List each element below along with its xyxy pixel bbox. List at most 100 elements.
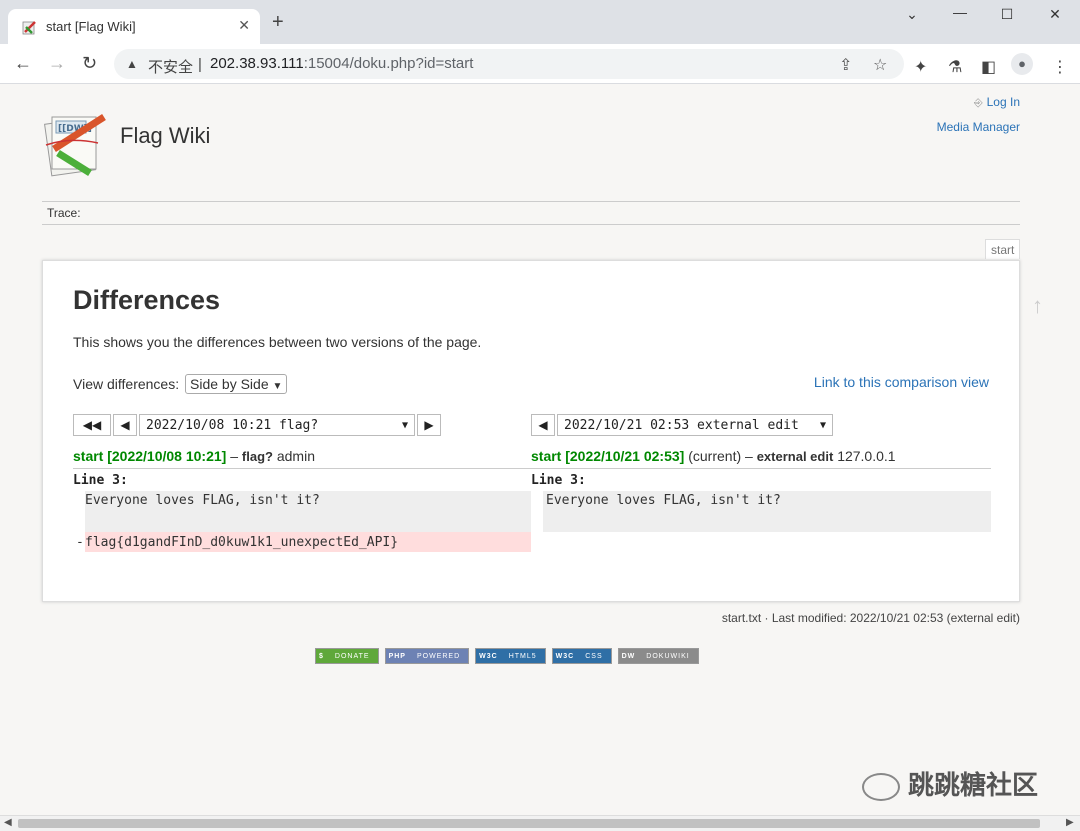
footer-badge[interactable]: W3C HTML5: [475, 648, 546, 664]
login-link[interactable]: Log In: [987, 95, 1020, 109]
intro-text: This shows you the differences between t…: [73, 334, 482, 350]
insecure-label: 不安全: [148, 59, 194, 76]
left-revision-link[interactable]: start [2022/10/08 10:21]: [73, 448, 226, 464]
tab-search-icon[interactable]: ⌄: [902, 6, 922, 23]
left-revision-nav: ◀◀ ◀ 2022/10/08 10:21 flag? ▼ ▶: [73, 414, 443, 436]
url-separator: |: [198, 56, 202, 73]
left-context-line: Everyone loves FLAG, isn't it?: [85, 491, 531, 532]
doc-info: start.txt · Last modified: 2022/10/21 02…: [721, 611, 1020, 625]
close-window-icon[interactable]: ✕: [1045, 6, 1065, 23]
badge-right: HTML5: [500, 649, 545, 663]
deletion-marker: -: [76, 535, 84, 550]
footer-badge[interactable]: W3C CSS: [551, 648, 612, 664]
side-panel-icon[interactable]: ◧: [981, 57, 996, 77]
left-dash: –: [230, 448, 239, 464]
url-text: 202.38.93.111:15004/doku.php?id=start: [210, 55, 473, 72]
scroll-right-icon[interactable]: ▶: [1066, 817, 1074, 828]
badge-right: POWERED: [408, 649, 469, 663]
scroll-left-icon[interactable]: ◀: [4, 817, 12, 828]
diff-divider: [73, 468, 991, 469]
right-revision-header: start [2022/10/21 02:53] (current) – ext…: [531, 448, 896, 464]
lab-flask-icon[interactable]: ⚗: [948, 57, 962, 77]
chevron-down-icon: ▼: [819, 419, 826, 431]
chevron-down-icon: ▼: [401, 419, 408, 431]
badge-left: W3C: [552, 649, 578, 663]
left-summary: flag?: [241, 449, 273, 464]
user-tools: ⎆ Log In: [974, 95, 1020, 110]
page-content: Differences This shows you the differenc…: [42, 260, 1020, 602]
extensions-icon[interactable]: ✦: [914, 57, 927, 77]
profile-avatar-icon[interactable]: ●: [1011, 53, 1033, 75]
right-context-text: Everyone loves FLAG, isn't it?: [546, 493, 781, 508]
prev-revision-icon[interactable]: ◀: [531, 414, 555, 436]
right-current: (current): [688, 448, 742, 464]
deleted-line: flag{d1gandFInD_d0kuw1k1_unexpectEd_API}: [85, 532, 531, 552]
dokuwiki-favicon-icon: [22, 21, 36, 35]
chevron-down-icon: ▼: [272, 381, 283, 392]
left-revision-header: start [2022/10/08 10:21] – flag? admin: [73, 448, 315, 464]
badge-left: DW: [618, 649, 639, 663]
bookmark-star-icon[interactable]: ☆: [873, 55, 887, 75]
right-revision-nav: ◀ 2022/10/21 02:53 external edit ▼: [531, 414, 835, 436]
site-title[interactable]: Flag Wiki: [120, 123, 210, 149]
next-revision-icon[interactable]: ▶: [417, 414, 441, 436]
url-path: :15004/doku.php?id=start: [303, 55, 474, 72]
forward-icon[interactable]: →: [48, 54, 66, 72]
footer-badge[interactable]: DW DOKUWIKI: [617, 648, 699, 664]
view-differences-row: View differences: Side by Side ▼: [73, 374, 288, 394]
comparison-link[interactable]: Link to this comparison view: [814, 374, 989, 390]
right-dash: –: [745, 448, 753, 464]
browser-menu-icon[interactable]: ⋮: [1052, 57, 1068, 77]
breadcrumb: Trace:: [42, 201, 1020, 225]
badge-right: CSS: [577, 649, 611, 663]
browser-tab-bar: start [Flag Wiki] ✕ + ⌄ — ☐ ✕: [0, 0, 1080, 44]
page-viewport: [[DW]] Flag Wiki ⎆ Log In Media Manager T…: [0, 85, 1080, 815]
watermark: 跳跳糖社区: [862, 765, 1038, 802]
back-icon[interactable]: ←: [14, 54, 32, 72]
minimize-icon[interactable]: —: [950, 4, 970, 20]
horizontal-scrollbar[interactable]: ◀ ▶: [0, 815, 1080, 831]
right-revision-link[interactable]: start [2022/10/21 02:53]: [531, 448, 684, 464]
back-to-top-icon[interactable]: ↑: [1032, 293, 1043, 319]
footer-badge[interactable]: PHP POWERED: [384, 648, 470, 664]
left-line-number: Line 3:: [73, 473, 128, 488]
url-host: 202.38.93.111: [210, 55, 304, 72]
diff-view-select[interactable]: Side by Side ▼: [185, 374, 288, 394]
maximize-icon[interactable]: ☐: [997, 6, 1017, 23]
right-context-line: Everyone loves FLAG, isn't it?: [543, 491, 991, 532]
address-bar-row: ← → ↻ ▲ 不安全 | 202.38.93.111:15004/doku.p…: [0, 44, 1080, 84]
share-icon[interactable]: ⇪: [839, 55, 852, 75]
badge-left: PHP: [385, 649, 409, 663]
login-icon: ⎆: [973, 97, 983, 109]
right-revision-select[interactable]: 2022/10/21 02:53 external edit ▼: [557, 414, 833, 436]
badge-left: W3C: [476, 649, 501, 663]
left-context-text: Everyone loves FLAG, isn't it?: [85, 493, 320, 508]
left-revision-select[interactable]: 2022/10/08 10:21 flag? ▼: [139, 414, 415, 436]
left-revision-select-value: 2022/10/08 10:21 flag?: [146, 417, 319, 433]
right-line-number: Line 3:: [531, 473, 586, 488]
badge-left: $: [316, 649, 327, 663]
warning-icon[interactable]: ▲: [126, 57, 138, 71]
new-tab-button[interactable]: +: [272, 12, 284, 32]
page-title: Differences: [73, 285, 221, 315]
dokuwiki-logo[interactable]: [[DW]]: [40, 109, 112, 181]
badge-right: DOKUWIKI: [638, 649, 698, 663]
browser-tab[interactable]: start [Flag Wiki] ✕: [8, 9, 260, 44]
media-manager-link[interactable]: Media Manager: [937, 120, 1020, 134]
first-revision-icon[interactable]: ◀◀: [73, 414, 111, 436]
diff-view-select-value: Side by Side: [190, 376, 269, 392]
right-ip: 127.0.0.1: [837, 448, 896, 464]
reload-icon[interactable]: ↻: [82, 54, 97, 72]
right-summary: external edit: [756, 449, 834, 464]
right-revision-select-value: 2022/10/21 02:53 external edit: [564, 417, 799, 433]
view-differences-label: View differences:: [73, 376, 180, 392]
tab-close-icon[interactable]: ✕: [238, 17, 250, 34]
left-user: admin: [276, 448, 315, 464]
scrollbar-thumb[interactable]: [18, 819, 1040, 828]
watermark-text: 跳跳糖社区: [908, 770, 1039, 800]
page-id-tab[interactable]: start: [985, 239, 1021, 259]
url-input[interactable]: ▲ 不安全 | 202.38.93.111:15004/doku.php?id=…: [114, 49, 904, 79]
badge-right: DONATE: [326, 649, 378, 663]
prev-revision-icon[interactable]: ◀: [113, 414, 137, 436]
footer-badge[interactable]: $ DONATE: [315, 648, 379, 664]
